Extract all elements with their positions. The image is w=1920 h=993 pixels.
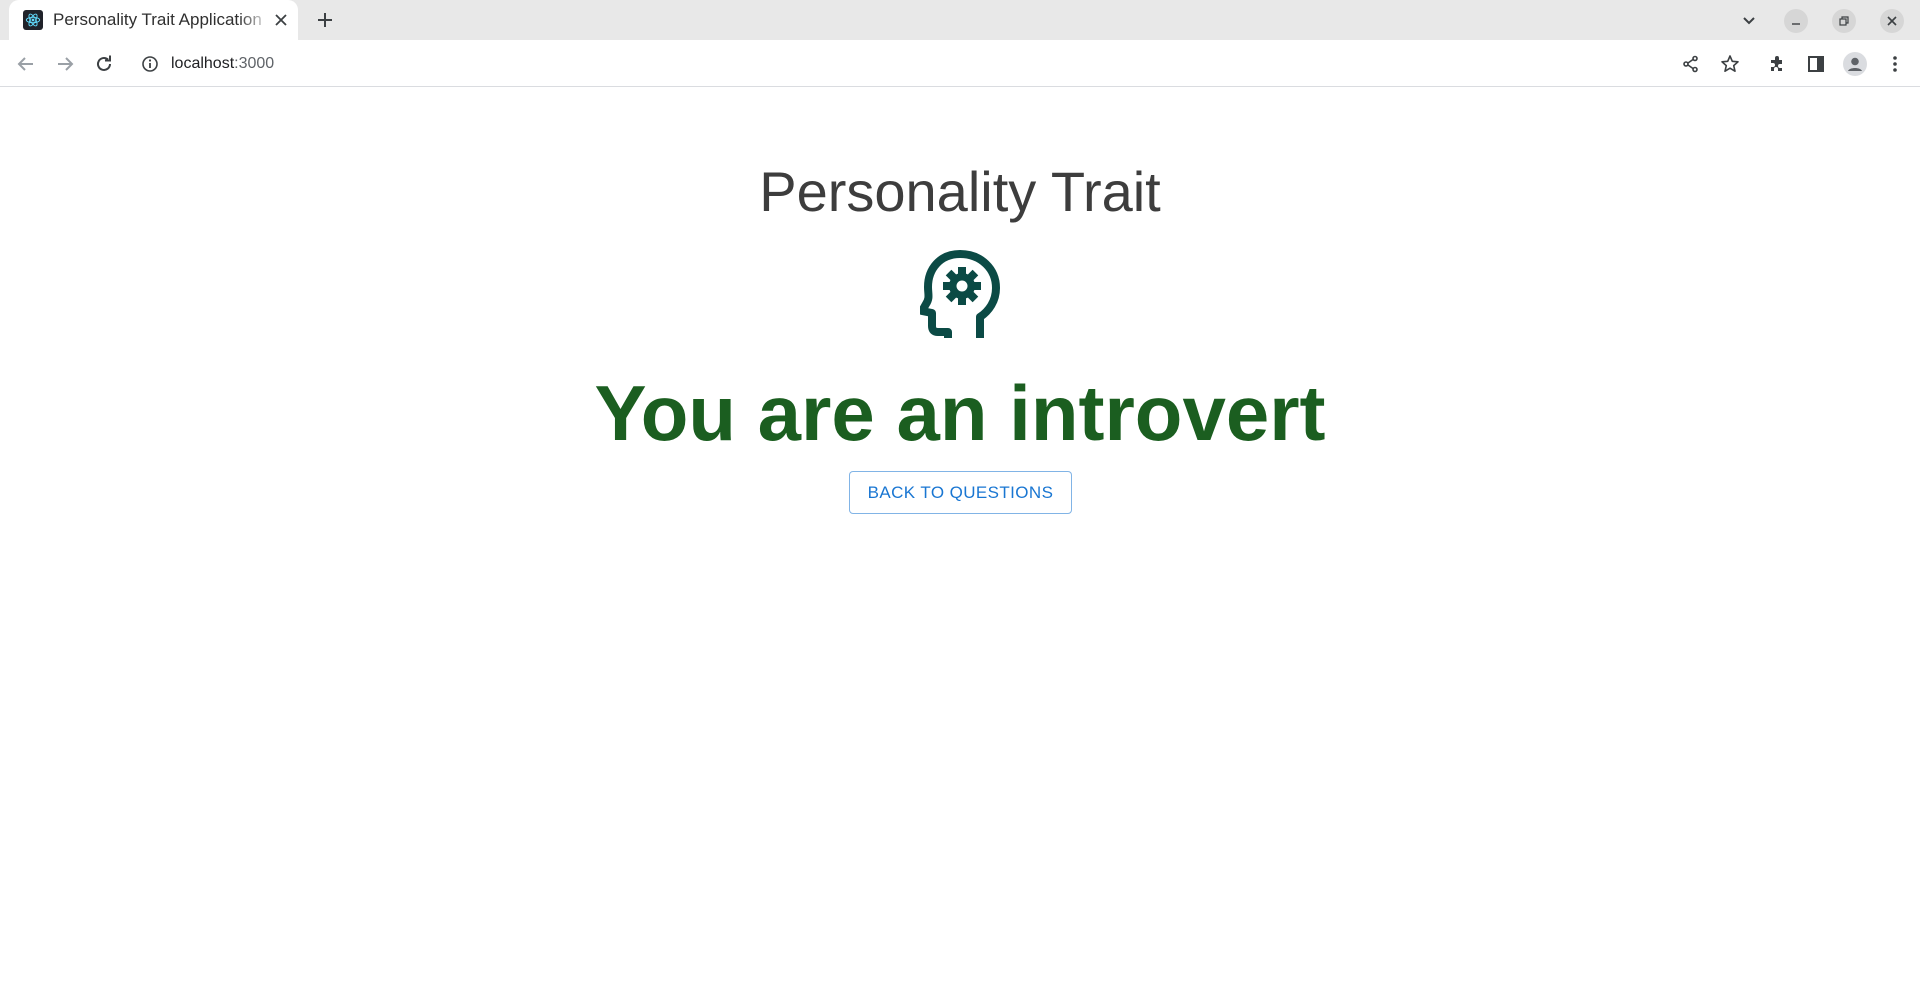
share-icon[interactable] — [1678, 51, 1704, 77]
page-content: Personality Trait You are an introvert B… — [0, 88, 1920, 993]
extensions-icon[interactable] — [1764, 51, 1790, 77]
side-panel-icon[interactable] — [1803, 51, 1829, 77]
minimize-icon[interactable] — [1784, 9, 1808, 33]
back-icon[interactable] — [13, 51, 39, 77]
close-icon[interactable] — [1880, 9, 1904, 33]
result-text: You are an introvert — [594, 369, 1326, 457]
browser-toolbar: localhost:3000 — [0, 40, 1920, 87]
tab-strip: Personality Trait Application — [0, 0, 1920, 41]
browser-tab[interactable]: Personality Trait Application — [9, 0, 298, 41]
url-host: localhost — [171, 55, 235, 72]
url-text: localhost:3000 — [171, 54, 274, 74]
url-port: :3000 — [234, 55, 275, 72]
back-to-questions-button[interactable]: BACK TO QUESTIONS — [849, 471, 1072, 514]
plus-icon[interactable] — [314, 9, 336, 31]
profile-icon[interactable] — [1842, 51, 1868, 77]
react-logo-icon — [23, 10, 43, 30]
menu-icon[interactable] — [1882, 51, 1908, 77]
tab-title: Personality Trait Application — [53, 10, 262, 29]
tab-search-icon[interactable] — [1737, 9, 1761, 33]
page-title: Personality Trait — [759, 160, 1161, 223]
psychology-head-gear-icon — [918, 248, 1004, 340]
forward-icon[interactable] — [52, 51, 78, 77]
reload-icon[interactable] — [91, 51, 117, 77]
info-icon[interactable] — [141, 55, 159, 73]
close-tab-icon[interactable] — [271, 10, 291, 30]
restore-icon[interactable] — [1832, 9, 1856, 33]
address-bar[interactable]: localhost:3000 — [133, 45, 1663, 83]
star-icon[interactable] — [1717, 51, 1743, 77]
